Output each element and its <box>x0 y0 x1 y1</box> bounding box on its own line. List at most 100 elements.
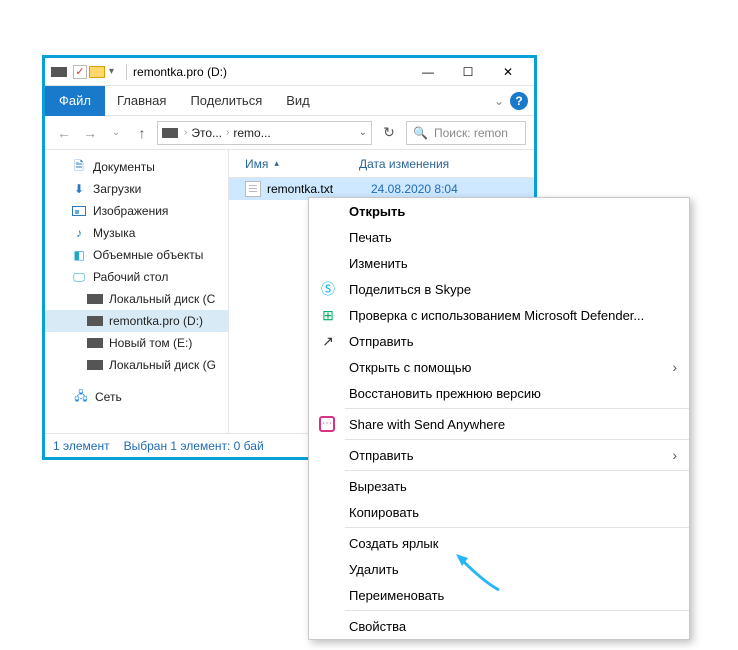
address-bar[interactable]: › Это... › remo... ⌄ <box>157 121 372 145</box>
ctx-separator <box>345 610 689 611</box>
close-button[interactable]: ✕ <box>488 59 528 85</box>
breadcrumb-sep: › <box>184 127 187 138</box>
ctx-share[interactable]: ↗ Отправить <box>309 328 689 354</box>
ctx-edit[interactable]: Изменить <box>309 250 689 276</box>
sidebar-label: Объемные объекты <box>93 248 203 262</box>
address-dropdown-icon[interactable]: ⌄ <box>359 127 367 138</box>
sidebar-item-3dobjects[interactable]: ◧Объемные объекты <box>45 244 228 266</box>
recent-dropdown[interactable]: ⌄ <box>105 127 127 138</box>
ribbon-collapse-icon[interactable]: ⌄ <box>488 94 510 108</box>
skype-icon: Ⓢ <box>319 280 337 298</box>
ctx-open[interactable]: Открыть <box>309 198 689 224</box>
share-icon: ↗ <box>319 332 337 350</box>
sidebar-label: Сеть <box>95 390 122 404</box>
ctx-label: Отправить <box>349 334 413 349</box>
drive-icon <box>87 292 103 306</box>
sidebar-label: Рабочий стол <box>93 270 168 284</box>
sidebar-item-desktop[interactable]: 🖵Рабочий стол <box>45 266 228 288</box>
sidebar-item-local-c[interactable]: Локальный диск (C <box>45 288 228 310</box>
ctx-label: Печать <box>349 230 392 245</box>
status-count: 1 элемент <box>53 439 110 453</box>
context-menu: Открыть Печать Изменить ⓈПоделиться в Sk… <box>308 197 690 640</box>
ctx-separator <box>345 408 689 409</box>
pictures-icon <box>71 204 87 218</box>
window-title: remontka.pro (D:) <box>133 65 227 79</box>
downloads-icon: ⬇ <box>71 182 87 196</box>
breadcrumb-2[interactable]: remo... <box>233 126 270 140</box>
ctx-label: Изменить <box>349 256 408 271</box>
tab-file[interactable]: Файл <box>45 86 105 116</box>
sidebar-item-network[interactable]: 🖧Сеть <box>45 386 228 408</box>
up-button[interactable]: ↑ <box>131 125 153 141</box>
textfile-icon <box>245 181 261 197</box>
refresh-button[interactable]: ↻ <box>376 124 402 141</box>
ctx-label: Вырезать <box>349 479 407 494</box>
forward-button[interactable]: → <box>79 125 101 141</box>
search-input[interactable]: 🔍 Поиск: remon <box>406 121 526 145</box>
tab-share[interactable]: Поделиться <box>178 86 274 116</box>
sidebar-label: Документы <box>93 160 155 174</box>
qat-dropdown-icon[interactable]: ▾ <box>109 66 114 77</box>
tab-view[interactable]: Вид <box>274 86 322 116</box>
sidebar-label: remontka.pro (D:) <box>109 314 203 328</box>
sidebar-item-local-g[interactable]: Локальный диск (G <box>45 354 228 376</box>
ctx-label: Share with Send Anywhere <box>349 417 505 432</box>
ctx-print[interactable]: Печать <box>309 224 689 250</box>
sidebar-label: Локальный диск (C <box>109 292 215 306</box>
ctx-skype[interactable]: ⓈПоделиться в Skype <box>309 276 689 302</box>
sidebar-item-music[interactable]: ♪Музыка <box>45 222 228 244</box>
back-button[interactable]: ← <box>53 125 75 141</box>
sidebar-item-newvol[interactable]: Новый том (E:) <box>45 332 228 354</box>
ctx-sendanywhere[interactable]: ⋯ Share with Send Anywhere <box>309 411 689 437</box>
tab-home[interactable]: Главная <box>105 86 178 116</box>
search-placeholder: Поиск: remon <box>434 126 508 140</box>
drive-icon <box>51 67 67 77</box>
breadcrumb-sep: › <box>226 127 229 138</box>
drive-icon <box>87 336 103 350</box>
sidebar-label: Новый том (E:) <box>109 336 192 350</box>
sidebar-label: Изображения <box>93 204 168 218</box>
sidebar-item-pictures[interactable]: Изображения <box>45 200 228 222</box>
shield-icon: ⊞ <box>319 306 337 324</box>
ctx-restore[interactable]: Восстановить прежнюю версию <box>309 380 689 406</box>
column-label: Имя <box>245 157 268 171</box>
ctx-openwith[interactable]: Открыть с помощью› <box>309 354 689 380</box>
ctx-label: Переименовать <box>349 588 444 603</box>
column-date[interactable]: Дата изменения <box>359 157 534 171</box>
ctx-defender[interactable]: ⊞Проверка с использованием Microsoft Def… <box>309 302 689 328</box>
submenu-arrow-icon: › <box>672 447 677 463</box>
ctx-label: Свойства <box>349 619 406 634</box>
sidebar-label: Локальный диск (G <box>109 358 216 372</box>
ctx-properties[interactable]: Свойства <box>309 613 689 639</box>
ctx-delete[interactable]: Удалить <box>309 556 689 582</box>
ctx-rename[interactable]: Переименовать <box>309 582 689 608</box>
ctx-shortcut[interactable]: Создать ярлык <box>309 530 689 556</box>
minimize-button[interactable]: — <box>408 59 448 85</box>
ctx-separator <box>345 527 689 528</box>
divider <box>126 64 127 80</box>
column-header-row: Имя ▴ Дата изменения <box>229 150 534 178</box>
ctx-copy[interactable]: Копировать <box>309 499 689 525</box>
sort-asc-icon: ▴ <box>274 158 279 169</box>
sendanywhere-icon: ⋯ <box>319 416 335 432</box>
ctx-label: Восстановить прежнюю версию <box>349 386 541 401</box>
sidebar-item-documents[interactable]: 🗎Документы <box>45 156 228 178</box>
submenu-arrow-icon: › <box>672 359 677 375</box>
ctx-cut[interactable]: Вырезать <box>309 473 689 499</box>
maximize-button[interactable]: ☐ <box>448 59 488 85</box>
sidebar-item-downloads[interactable]: ⬇Загрузки <box>45 178 228 200</box>
music-icon: ♪ <box>71 226 87 240</box>
drive-icon <box>87 314 103 328</box>
address-drive-icon <box>162 128 178 138</box>
breadcrumb-1[interactable]: Это... <box>191 126 222 140</box>
help-button[interactable]: ? <box>510 92 528 110</box>
ribbon: Файл Главная Поделиться Вид ⌄ ? <box>45 86 534 116</box>
qat-save-icon[interactable]: ✓ <box>73 65 87 79</box>
sidebar-item-remontka[interactable]: remontka.pro (D:) <box>45 310 228 332</box>
titlebar: ✓ ▾ remontka.pro (D:) — ☐ ✕ <box>45 58 534 86</box>
navigation-pane: 🗎Документы ⬇Загрузки Изображения ♪Музыка… <box>45 150 229 433</box>
ctx-label: Открыть <box>349 204 405 219</box>
ctx-sendto[interactable]: Отправить› <box>309 442 689 468</box>
qat-folder-icon[interactable] <box>89 66 105 78</box>
column-name[interactable]: Имя ▴ <box>245 157 355 171</box>
